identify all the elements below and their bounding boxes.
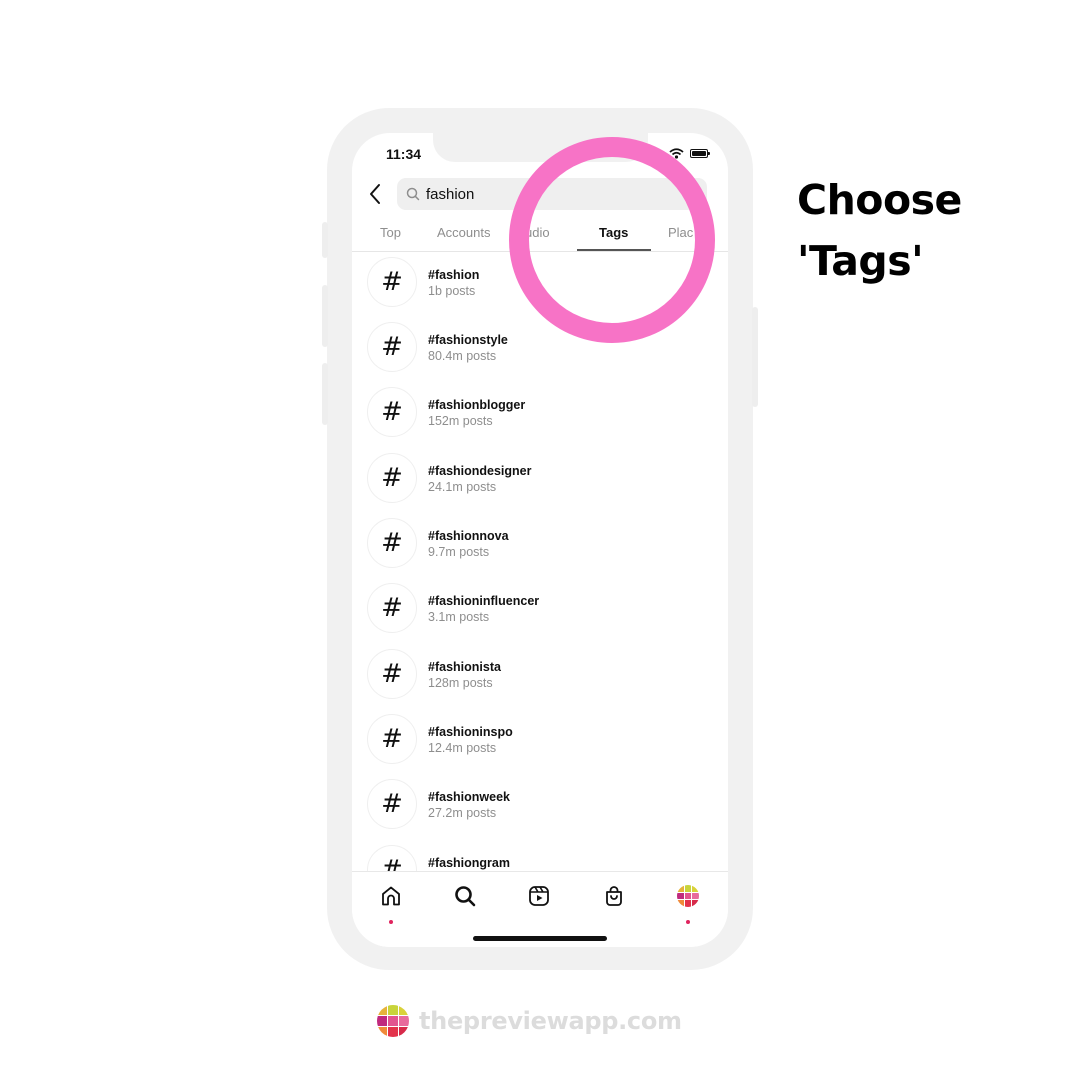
list-item[interactable]: # #fashioninspo 12.4m posts	[352, 709, 728, 771]
back-button[interactable]	[366, 181, 386, 207]
phone-power-button	[752, 307, 758, 407]
nav-reels[interactable]	[525, 882, 553, 910]
tag-post-count: 27.2m posts	[428, 806, 497, 820]
status-icons	[669, 148, 710, 159]
hashtag-icon: #	[367, 583, 417, 633]
tag-name: #fashionblogger	[428, 398, 526, 412]
tag-name: #fashion	[428, 268, 480, 282]
list-item[interactable]: # #fashionista 128m posts	[352, 644, 728, 706]
brand-url: thepreviewapp.com	[419, 1007, 682, 1035]
tag-name: #fashiongram	[428, 856, 510, 870]
hashtag-icon: #	[367, 453, 417, 503]
status-time: 11:34	[386, 146, 422, 162]
battery-icon	[690, 149, 710, 158]
tag-post-count: 1b posts	[428, 284, 476, 298]
highlight-ring	[509, 137, 715, 343]
tag-name: #fashionista	[428, 660, 501, 674]
instruction-caption: Choose 'Tags'	[797, 170, 962, 292]
nav-home[interactable]	[377, 882, 405, 924]
hashtag-icon: #	[367, 322, 417, 372]
tag-post-count: 80.4m posts	[428, 349, 497, 363]
caption-line-2: 'Tags'	[797, 237, 924, 285]
tag-post-count: 152m posts	[428, 414, 493, 428]
tag-name: #fashioninfluencer	[428, 594, 540, 608]
list-item[interactable]: # #fashionstyle 80.4m posts	[352, 317, 728, 379]
home-indicator	[473, 936, 607, 941]
tag-post-count: 24.1m posts	[428, 480, 497, 494]
tag-name: #fashionstyle	[428, 333, 508, 347]
caption-line-1: Choose	[797, 176, 962, 224]
tag-post-count: 128m posts	[428, 676, 493, 690]
search-icon	[406, 187, 420, 201]
notification-dot	[389, 920, 393, 924]
hashtag-icon: #	[367, 257, 417, 307]
nav-search[interactable]	[451, 882, 479, 910]
hashtag-icon: #	[367, 714, 417, 764]
phone-silent-switch	[322, 222, 328, 258]
list-item[interactable]: # #fashionnova 9.7m posts	[352, 513, 728, 575]
hashtag-icon: #	[367, 649, 417, 699]
tag-post-count: 9.7m posts	[428, 545, 490, 559]
reels-icon	[529, 886, 549, 906]
hashtag-icon: #	[367, 518, 417, 568]
tag-post-count: 12.4m posts	[428, 741, 497, 755]
bottom-nav	[352, 871, 728, 947]
tag-name: #fashioninspo	[428, 725, 513, 739]
tag-post-count: 3.1m posts	[428, 610, 490, 624]
hashtag-icon: #	[367, 779, 417, 829]
footer-branding: thepreviewapp.com	[377, 1005, 682, 1037]
hashtag-icon: #	[367, 387, 417, 437]
tab-top[interactable]: Top	[380, 225, 401, 240]
profile-avatar	[677, 885, 699, 907]
list-item[interactable]: # #fashioninfluencer 3.1m posts	[352, 578, 728, 640]
home-icon	[382, 886, 400, 906]
brand-logo-icon	[377, 1005, 409, 1037]
shop-icon	[606, 886, 622, 906]
phone-volume-up	[322, 285, 328, 347]
list-item[interactable]: # #fashiondesigner 24.1m posts	[352, 448, 728, 510]
chevron-left-icon	[370, 184, 380, 204]
list-item[interactable]: # #fashionweek 27.2m posts	[352, 774, 728, 836]
tag-name: #fashiondesigner	[428, 464, 532, 478]
tag-name: #fashionweek	[428, 790, 510, 804]
nav-profile[interactable]	[674, 882, 702, 924]
tab-accounts[interactable]: Accounts	[437, 225, 490, 240]
phone-volume-down	[322, 363, 328, 425]
notification-dot	[686, 920, 690, 924]
nav-shop[interactable]	[600, 882, 628, 910]
tag-name: #fashionnova	[428, 529, 509, 543]
list-item[interactable]: # #fashionblogger 152m posts	[352, 382, 728, 444]
search-icon	[455, 886, 476, 907]
